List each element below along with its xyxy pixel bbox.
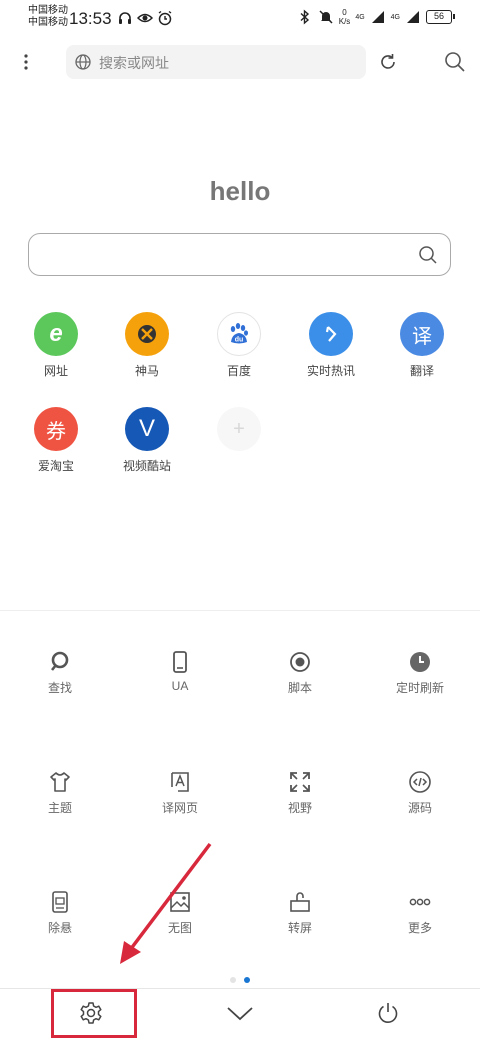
- shortcut-label: 神马: [134, 364, 159, 378]
- refresh-icon[interactable]: [378, 52, 398, 77]
- home-search-box[interactable]: [28, 233, 451, 276]
- signal-2-icon: [405, 9, 421, 25]
- shortcut-video-sites[interactable]: V 视频酷站: [102, 407, 192, 474]
- net-speed: 0 K/s: [339, 8, 351, 26]
- menu-label: 更多: [407, 921, 432, 935]
- shortcut-translate[interactable]: 译 翻译: [377, 312, 467, 379]
- add-shortcut-button[interactable]: +: [194, 407, 284, 451]
- menu-item-theme[interactable]: 主题: [0, 770, 120, 816]
- menu-label: 除悬: [47, 921, 72, 935]
- shortcut-wangzhi[interactable]: e 网址: [11, 312, 101, 379]
- menu-item-ua[interactable]: UA: [120, 650, 240, 693]
- menu-item-remove-float[interactable]: 除悬: [0, 890, 120, 936]
- menu-item-script[interactable]: 脚本: [240, 650, 360, 696]
- page-dot-2-active[interactable]: [244, 977, 250, 983]
- menu-label: 视野: [287, 801, 312, 815]
- menu-label: 译网页: [161, 801, 198, 815]
- signal-1-label: 4G: [355, 13, 365, 21]
- signal-2-label: 4G: [390, 13, 400, 21]
- page-dot-1[interactable]: [230, 977, 236, 983]
- shortcut-label: 百度: [226, 364, 251, 378]
- shortcut-label: 爱淘宝: [37, 459, 74, 473]
- shortcut-label: 实时热讯: [306, 364, 355, 378]
- svg-text:du: du: [235, 337, 244, 344]
- carrier-info: 中国移动 中国移动: [28, 5, 68, 29]
- headphones-icon: [117, 10, 133, 26]
- menu-item-more[interactable]: 更多: [360, 890, 480, 936]
- shortcut-label: 视频酷站: [122, 459, 171, 473]
- shenma-logo-icon: [125, 312, 169, 356]
- translate-logo-icon: 译: [400, 312, 444, 356]
- globe-icon: [74, 53, 92, 76]
- browser-toolbar: 搜索或网址: [0, 40, 480, 84]
- e-logo-icon: e: [34, 312, 78, 356]
- menu-label: 源码: [407, 801, 432, 815]
- chevron-down-icon[interactable]: [226, 1003, 254, 1028]
- menu-label: 转屏: [287, 921, 312, 935]
- carrier-1: 中国移动: [28, 5, 68, 16]
- home-title: hello: [209, 176, 271, 206]
- net-speed-unit: K/s: [338, 17, 351, 26]
- shortcut-ai-taobao[interactable]: 券 爱淘宝: [11, 407, 101, 474]
- net-speed-value: 0: [342, 8, 347, 17]
- address-placeholder: 搜索或网址: [99, 55, 169, 71]
- shortcut-label: 网址: [43, 364, 68, 378]
- bluetooth-icon: [297, 9, 313, 25]
- clock: 13:53: [69, 9, 112, 28]
- menu-item-translate-page[interactable]: 译网页: [120, 770, 240, 816]
- shirt-icon: [48, 770, 72, 794]
- menu-item-auto-refresh[interactable]: 定时刷新: [360, 650, 480, 696]
- baidu-paw-icon: du: [217, 312, 261, 356]
- rotate-screen-icon: [288, 890, 312, 914]
- clock-icon: [408, 650, 432, 674]
- shortcut-shenma[interactable]: 神马: [102, 312, 192, 379]
- code-icon: [408, 770, 432, 794]
- alarm-icon: [157, 10, 173, 26]
- page-indicator: [230, 977, 250, 983]
- menu-item-view[interactable]: 视野: [240, 770, 360, 816]
- menu-label: UA: [171, 679, 189, 693]
- battery-indicator: 56: [426, 10, 455, 24]
- trend-arrow-icon: [309, 312, 353, 356]
- menu-label: 查找: [47, 681, 72, 695]
- annotation-arrow: [110, 838, 220, 973]
- search-icon[interactable]: [444, 51, 466, 78]
- v-logo-icon: V: [125, 407, 169, 451]
- remove-float-icon: [48, 890, 72, 914]
- shortcut-realtime-news[interactable]: 实时热讯: [286, 312, 376, 379]
- menu-item-rotate-screen[interactable]: 转屏: [240, 890, 360, 936]
- plus-icon: +: [217, 407, 261, 451]
- search-icon: [48, 650, 72, 674]
- menu-label: 主题: [47, 801, 72, 815]
- mute-bell-icon: [318, 9, 334, 25]
- expand-icon: [288, 770, 312, 794]
- more-menu-icon[interactable]: [17, 50, 35, 74]
- shortcut-label: 翻译: [409, 364, 434, 378]
- carrier-2: 中国移动: [28, 17, 68, 28]
- menu-item-find[interactable]: 查找: [0, 650, 120, 696]
- shortcut-baidu[interactable]: du 百度: [194, 312, 284, 379]
- coupon-logo-icon: 券: [34, 407, 78, 451]
- record-icon: [288, 650, 312, 674]
- panel-divider: [0, 610, 480, 611]
- settings-highlight-box: [51, 989, 137, 1038]
- menu-item-source[interactable]: 源码: [360, 770, 480, 816]
- more-icon: [408, 890, 432, 914]
- signal-1-icon: [370, 9, 386, 25]
- power-icon[interactable]: [376, 1001, 400, 1030]
- address-bar[interactable]: 搜索或网址: [66, 45, 366, 79]
- translate-page-icon: [168, 770, 192, 794]
- eye-icon: [137, 10, 153, 26]
- menu-label: 定时刷新: [395, 681, 444, 695]
- search-icon[interactable]: [418, 245, 438, 270]
- status-bar: 中国移动 中国移动 13:53 0 K/s 4G 4G 56: [0, 0, 480, 36]
- menu-label: 脚本: [287, 681, 312, 695]
- phone-icon: [168, 650, 192, 674]
